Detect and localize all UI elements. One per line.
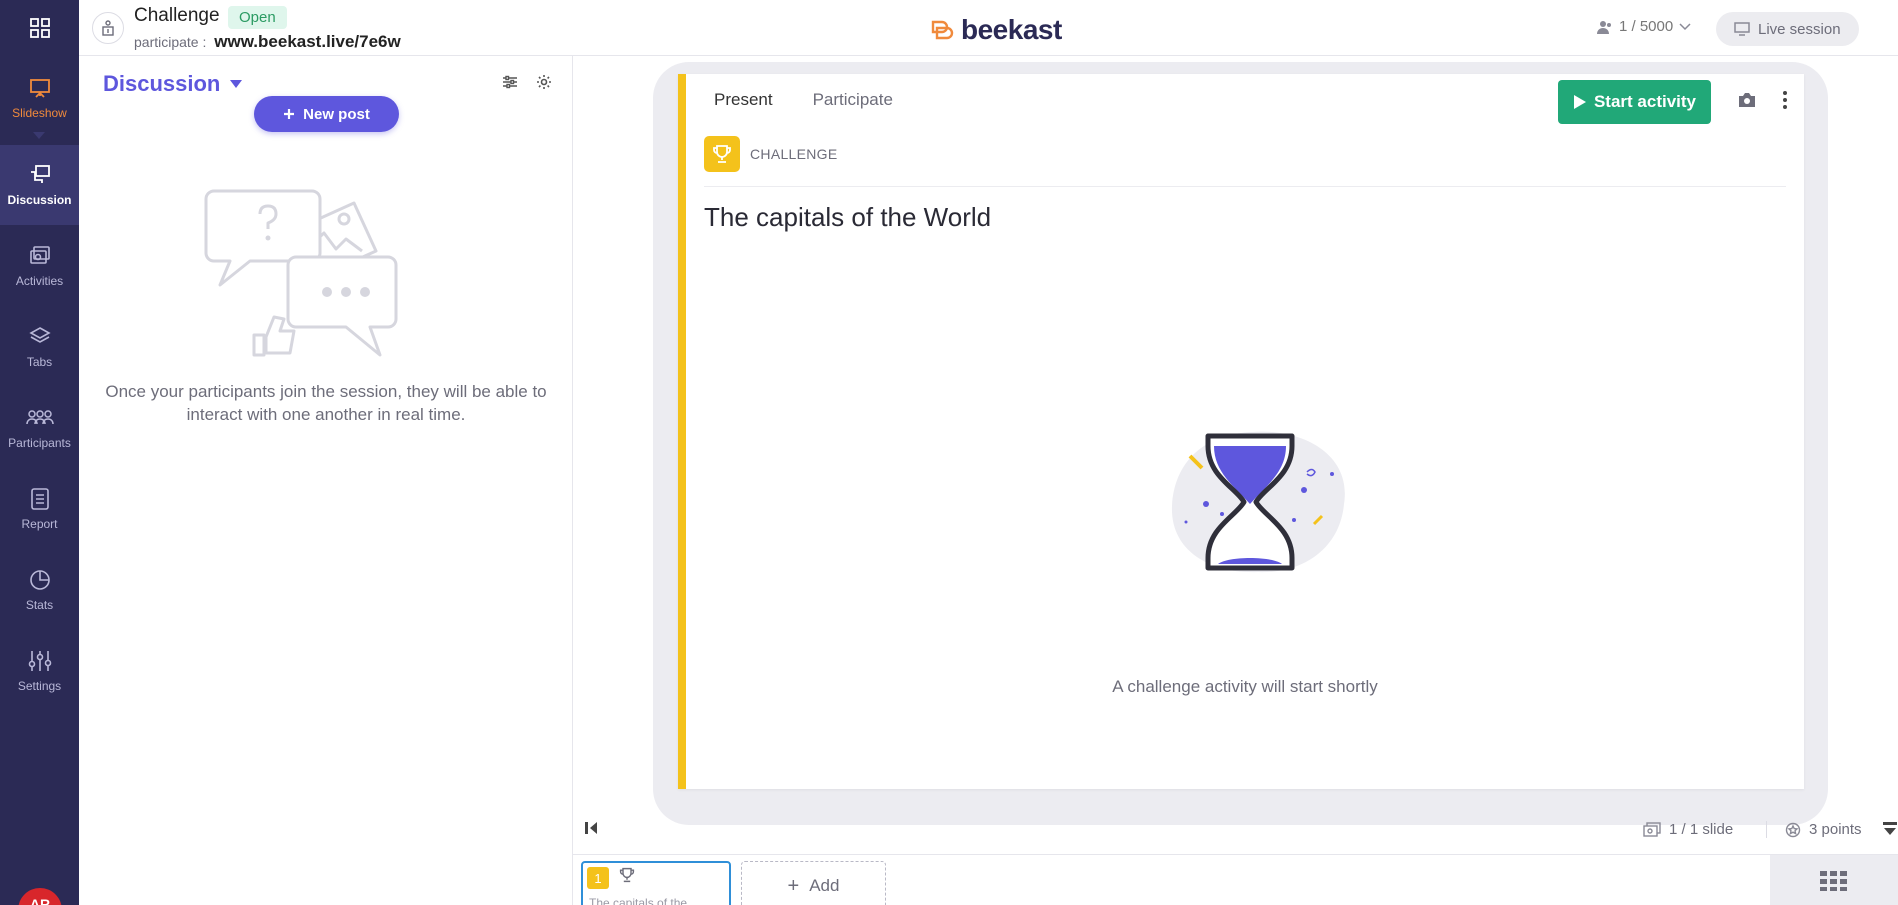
discussion-panel: Discussion New post Once your participan… (79, 56, 573, 905)
rail-item-discussion[interactable]: Discussion (0, 145, 79, 225)
rail-item-stats[interactable]: Stats (0, 550, 79, 630)
activities-icon (29, 246, 50, 264)
app: Slideshow Discussion Activities Tabs Par… (0, 0, 1898, 905)
slide-strip: 1 The capitals of the... + Add (573, 854, 1898, 905)
rail-label: Activities (15, 274, 64, 288)
rail-label: Settings (17, 679, 62, 693)
add-slide-button[interactable]: + Add (741, 861, 886, 905)
trophy-badge (704, 136, 740, 172)
plus-icon: + (787, 875, 800, 897)
discussion-dropdown[interactable]: Discussion (103, 71, 243, 97)
rail-label: Discussion (7, 193, 72, 207)
plus-icon (284, 109, 295, 119)
chat-bubbles-icon (30, 165, 50, 183)
discussion-empty-text: Once your participants join the session,… (105, 382, 547, 424)
activity-type-label: CHALLENGE (750, 146, 838, 162)
participate-label: participate : (134, 34, 207, 50)
rail-item-activities[interactable]: Activities (0, 226, 79, 306)
rail-label: Report (21, 517, 58, 531)
beekast-logo-icon (931, 20, 954, 40)
slide-thumbnail[interactable]: 1 The capitals of the... (581, 861, 731, 905)
divider (704, 186, 1786, 187)
caret-down-icon (230, 80, 243, 88)
rail-item-tabs[interactable]: Tabs (0, 307, 79, 387)
hourglass-illustration (1171, 431, 1345, 573)
rail-label: Tabs (26, 355, 53, 369)
points-text: 3 points (1809, 821, 1862, 838)
presenter-icon (102, 20, 114, 36)
points-counter: 3 points (1766, 821, 1862, 838)
activity-type-row: CHALLENGE (704, 136, 838, 172)
activity-title-heading: The capitals of the World (704, 202, 992, 232)
activity-title: Challenge (134, 5, 220, 26)
trophy-icon (619, 867, 635, 883)
participate-url-link[interactable]: www.beekast.live/7e6w (214, 32, 400, 51)
gear-icon[interactable] (536, 74, 552, 90)
tab-present[interactable]: Present (714, 90, 773, 110)
participate-line: participate : www.beekast.live/7e6w (134, 32, 401, 52)
rail-item-report[interactable]: Report (0, 469, 79, 549)
slide-thumbnail-title: The capitals of the... (589, 896, 698, 905)
live-session-button[interactable]: Live session (1716, 12, 1859, 46)
more-options-icon[interactable] (1782, 90, 1788, 110)
start-activity-label: Start activity (1593, 92, 1697, 111)
rail-item-participants[interactable]: Participants (0, 388, 79, 468)
brand-name: beekast (961, 14, 1062, 45)
people-icon (25, 410, 54, 425)
discussion-empty-illustration (204, 189, 398, 357)
panel-tools (502, 74, 552, 90)
slide-grid-view-button[interactable] (1770, 855, 1898, 905)
rail-notch (33, 132, 45, 139)
trophy-icon (713, 145, 731, 163)
rail-label: Participants (8, 436, 71, 450)
start-activity-button[interactable]: Start activity (1558, 80, 1711, 124)
rail-item-slideshow[interactable]: Slideshow (0, 58, 79, 138)
participants-count: 1 / 5000 (1619, 18, 1674, 35)
chevron-down-icon (1679, 22, 1691, 30)
add-slide-label: Add (809, 876, 840, 895)
mode-tabs: Present Participate (714, 90, 893, 110)
live-session-label: Live session (1758, 20, 1841, 38)
waiting-message: A challenge activity will start shortly (1112, 677, 1378, 696)
status-badge: Open (228, 6, 287, 29)
left-rail: Slideshow Discussion Activities Tabs Par… (0, 0, 79, 905)
brand-logo: beekast (929, 14, 1062, 46)
slide-number-badge: 1 (587, 867, 609, 889)
discussion-title: Discussion (103, 71, 221, 96)
presentation-icon (29, 79, 50, 98)
play-icon (1573, 95, 1586, 109)
tray-toggle-icon[interactable] (1883, 822, 1897, 836)
filter-sliders-icon[interactable] (502, 74, 518, 90)
rail-item-settings[interactable]: Settings (0, 631, 79, 711)
layers-icon (28, 327, 51, 343)
top-bar: Challenge Open participate : www.beekast… (79, 0, 1898, 56)
new-post-button[interactable]: New post (254, 96, 399, 132)
stage: Present Participate Start activity CHALL… (573, 56, 1898, 854)
activity-type-button[interactable] (92, 12, 124, 44)
rail-label: Slideshow (12, 106, 67, 120)
screen-icon (1734, 22, 1750, 36)
new-post-label: New post (303, 105, 370, 123)
slides-icon (1643, 821, 1661, 837)
sliders-icon (28, 651, 51, 671)
apps-grid-button[interactable] (0, 0, 79, 56)
camera-icon[interactable] (1738, 92, 1756, 108)
document-icon (30, 488, 49, 510)
rail-label: Stats (25, 598, 54, 612)
tab-participate[interactable]: Participate (813, 90, 893, 110)
medal-icon (1785, 822, 1801, 837)
slide-card: Present Participate Start activity CHALL… (678, 74, 1804, 789)
grid-icon (29, 18, 50, 38)
users-icon (1597, 20, 1611, 34)
slide-count-text: 1 / 1 slide (1669, 821, 1734, 838)
avatar[interactable]: AR (18, 888, 62, 905)
collapse-panel-icon[interactable] (585, 821, 601, 835)
grid-view-icon (1820, 870, 1847, 891)
participants-count-dropdown[interactable]: 1 / 5000 (1597, 18, 1691, 35)
slide-counter: 1 / 1 slide (1643, 821, 1733, 838)
pie-chart-icon (29, 570, 50, 590)
